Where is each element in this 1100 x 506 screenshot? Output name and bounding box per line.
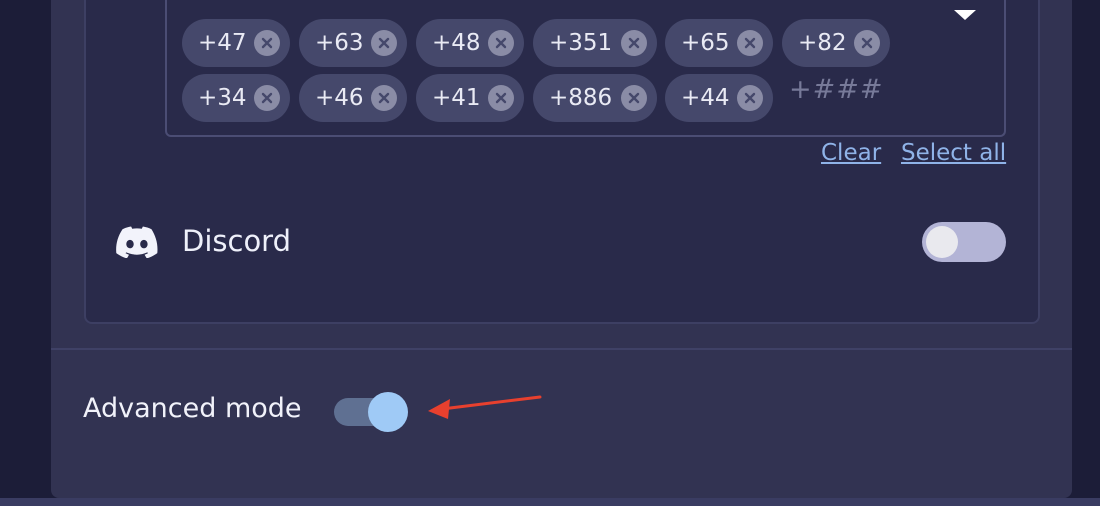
toggle-knob bbox=[926, 226, 958, 258]
remove-chip-icon[interactable] bbox=[254, 85, 280, 111]
remove-chip-icon[interactable] bbox=[854, 30, 880, 56]
discord-label: Discord bbox=[182, 224, 292, 258]
chip-label: +886 bbox=[549, 85, 613, 111]
advanced-mode-label: Advanced mode bbox=[83, 393, 302, 424]
clear-link[interactable]: Clear bbox=[821, 140, 881, 166]
remove-chip-icon[interactable] bbox=[737, 30, 763, 56]
remove-chip-icon[interactable] bbox=[371, 85, 397, 111]
remove-chip-icon[interactable] bbox=[488, 85, 514, 111]
country-chip: +82 bbox=[782, 19, 890, 67]
chip-label: +65 bbox=[681, 30, 730, 56]
country-code-input[interactable] bbox=[789, 72, 989, 106]
remove-chip-icon[interactable] bbox=[488, 30, 514, 56]
country-code-multiselect[interactable]: +47 +63 +48 +351 +65 +82 +34 +46 +41 +88… bbox=[165, 0, 1006, 137]
chip-label: +48 bbox=[432, 30, 481, 56]
dropdown-caret-icon[interactable] bbox=[954, 10, 976, 20]
country-chip: +886 bbox=[533, 74, 657, 122]
discord-toggle[interactable] bbox=[922, 222, 1006, 262]
page-bottom-strip bbox=[0, 498, 1100, 506]
chip-label: +41 bbox=[432, 85, 481, 111]
remove-chip-icon[interactable] bbox=[621, 85, 647, 111]
chip-label: +44 bbox=[681, 85, 730, 111]
advanced-mode-toggle[interactable] bbox=[334, 392, 408, 432]
country-chip: +48 bbox=[416, 19, 524, 67]
annotation-arrow-icon bbox=[428, 395, 542, 419]
remove-chip-icon[interactable] bbox=[371, 30, 397, 56]
discord-icon bbox=[116, 226, 158, 258]
chip-label: +63 bbox=[315, 30, 364, 56]
country-chip: +44 bbox=[665, 74, 773, 122]
country-chip: +351 bbox=[533, 19, 657, 67]
chip-label: +82 bbox=[798, 30, 847, 56]
country-chip: +46 bbox=[299, 74, 407, 122]
country-chip: +63 bbox=[299, 19, 407, 67]
remove-chip-icon[interactable] bbox=[621, 30, 647, 56]
country-chip: +65 bbox=[665, 19, 773, 67]
section-divider bbox=[51, 348, 1072, 350]
chip-label: +46 bbox=[315, 85, 364, 111]
chip-label: +47 bbox=[198, 30, 247, 56]
toggle-knob bbox=[368, 392, 408, 432]
country-chip: +34 bbox=[182, 74, 290, 122]
country-chip: +41 bbox=[416, 74, 524, 122]
remove-chip-icon[interactable] bbox=[254, 30, 280, 56]
country-chip: +47 bbox=[182, 19, 290, 67]
chip-label: +34 bbox=[198, 85, 247, 111]
remove-chip-icon[interactable] bbox=[737, 85, 763, 111]
chip-label: +351 bbox=[549, 30, 613, 56]
select-all-link[interactable]: Select all bbox=[901, 140, 1006, 166]
